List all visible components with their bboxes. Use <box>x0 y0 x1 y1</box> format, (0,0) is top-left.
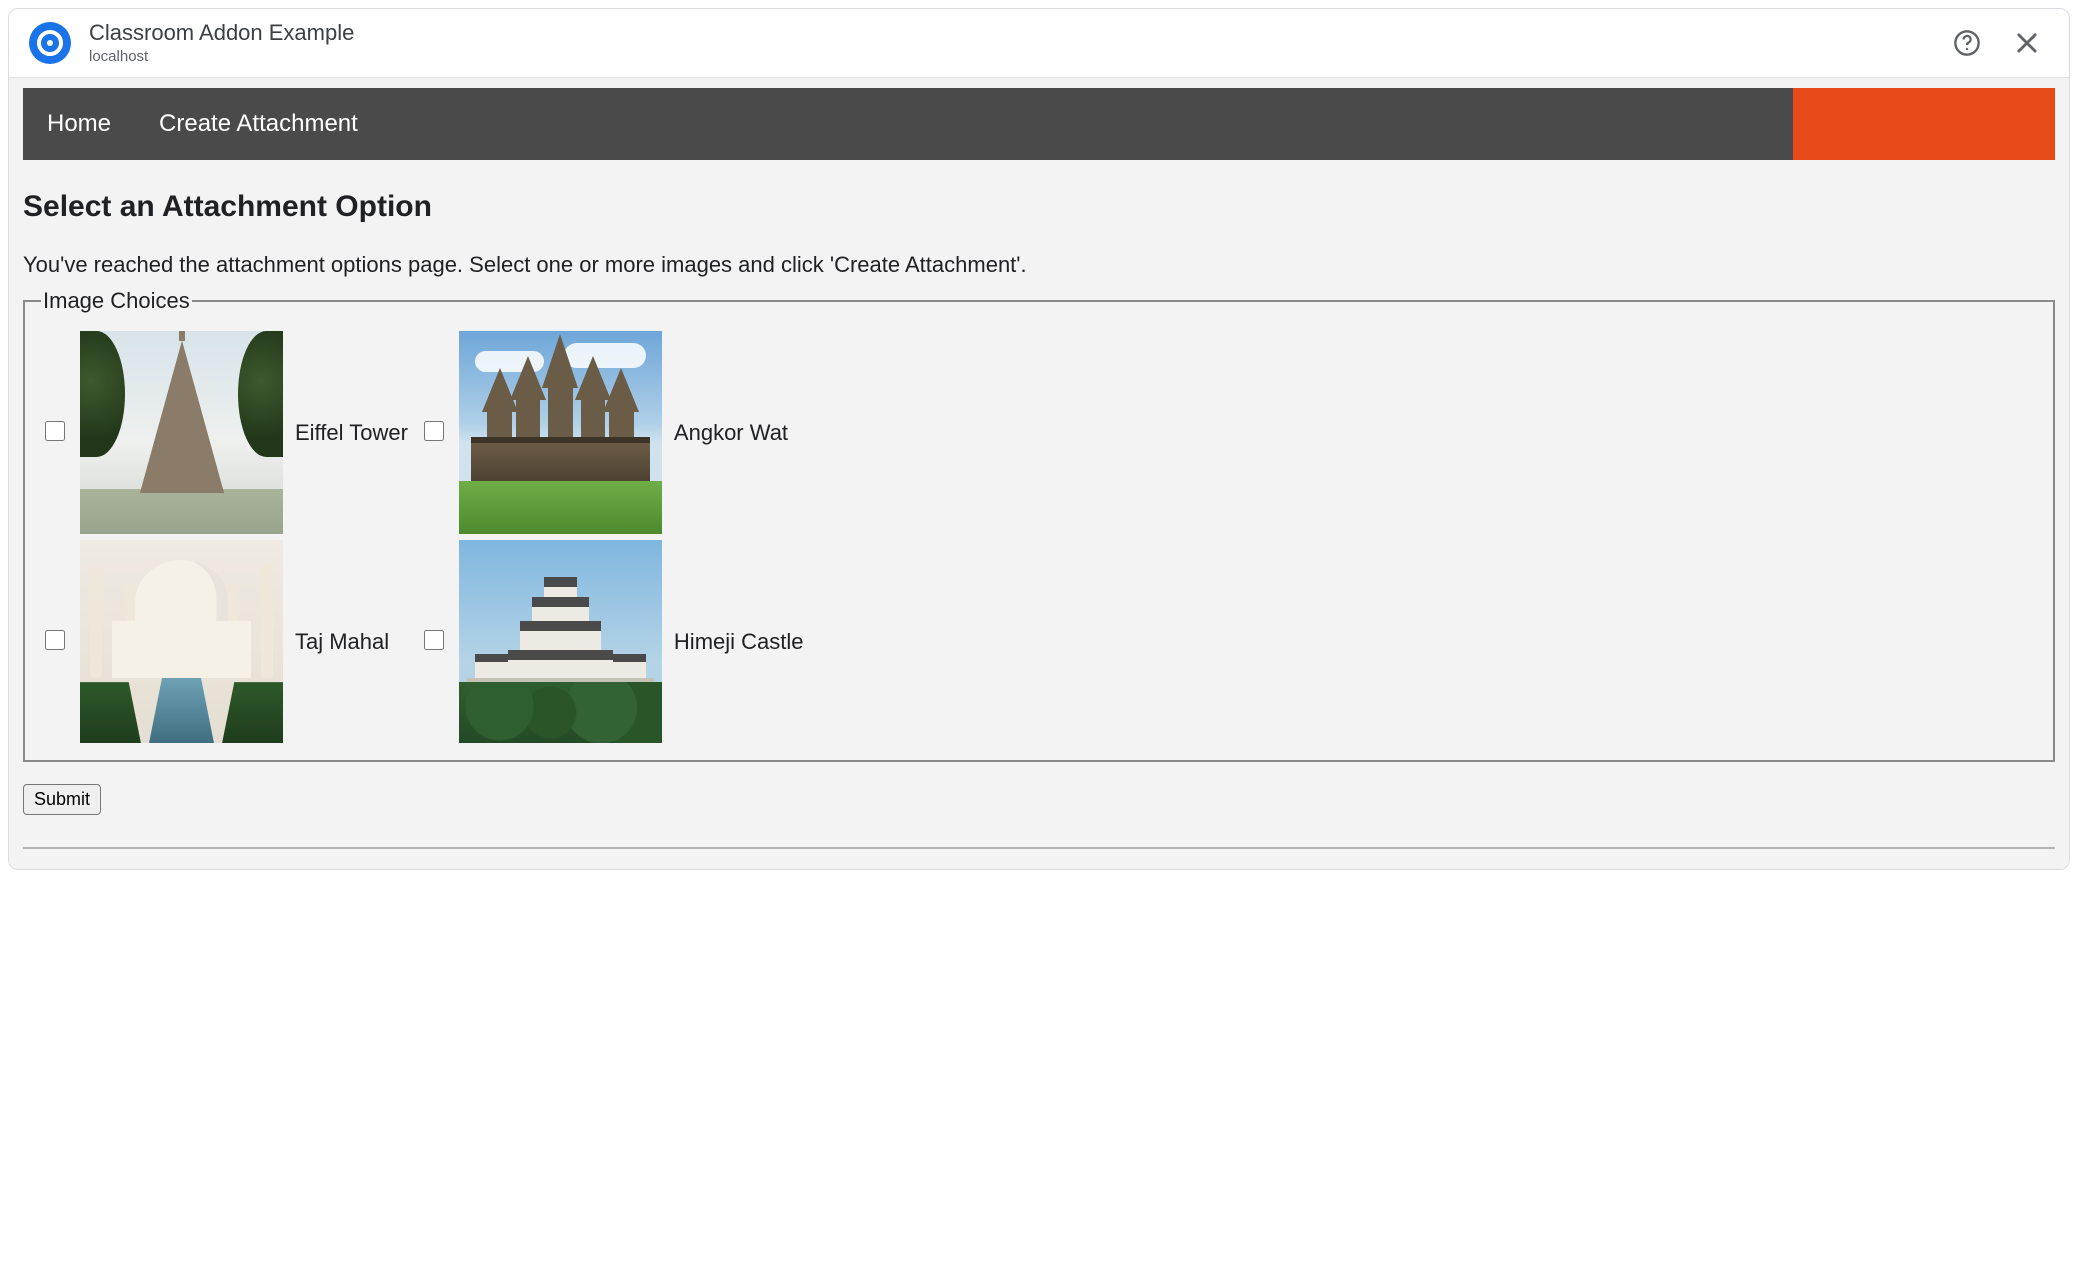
close-icon[interactable] <box>2009 25 2045 61</box>
page-description: You've reached the attachment options pa… <box>23 252 2055 278</box>
header-actions <box>1949 25 2045 61</box>
nav-accent <box>1793 88 2055 160</box>
table-row: Taj Mahal Himeji Castle <box>35 537 810 746</box>
dialog-title: Classroom Addon Example <box>89 19 1933 47</box>
nav-home[interactable]: Home <box>23 88 135 160</box>
table-row: Eiffel Tower Angkor Wat <box>35 328 810 537</box>
label-taj-mahal: Taj Mahal <box>289 537 414 746</box>
help-icon[interactable] <box>1949 25 1985 61</box>
addon-dialog: Classroom Addon Example localhost Home <box>8 8 2070 870</box>
thumbnail-angkor-wat <box>459 331 662 534</box>
thumbnail-taj-mahal <box>80 540 283 743</box>
label-himeji-castle: Himeji Castle <box>668 537 810 746</box>
checkbox-himeji-castle[interactable] <box>424 630 444 650</box>
image-choices-legend: Image Choices <box>41 288 192 314</box>
label-eiffel-tower: Eiffel Tower <box>289 328 414 537</box>
checkbox-taj-mahal[interactable] <box>45 630 65 650</box>
page-title: Select an Attachment Option <box>23 190 2055 224</box>
header-titles: Classroom Addon Example localhost <box>89 19 1933 67</box>
checkbox-angkor-wat[interactable] <box>424 421 444 441</box>
label-angkor-wat: Angkor Wat <box>668 328 810 537</box>
horizontal-rule <box>23 847 2055 849</box>
thumbnail-himeji-castle <box>459 540 662 743</box>
thumbnail-eiffel-tower <box>80 331 283 534</box>
checkbox-eiffel-tower[interactable] <box>45 421 65 441</box>
app-logo-icon <box>29 22 71 64</box>
image-choices-table: Eiffel Tower Angkor Wat <box>35 328 810 746</box>
image-choices-fieldset: Image Choices Eiffel Tower <box>23 288 2055 762</box>
navbar: Home Create Attachment <box>23 88 2055 160</box>
dialog-subtitle: localhost <box>89 47 1933 67</box>
submit-button[interactable]: Submit <box>23 784 101 815</box>
dialog-body: Home Create Attachment Select an Attachm… <box>9 78 2069 869</box>
nav-create-attachment[interactable]: Create Attachment <box>135 88 382 160</box>
dialog-header: Classroom Addon Example localhost <box>9 9 2069 78</box>
